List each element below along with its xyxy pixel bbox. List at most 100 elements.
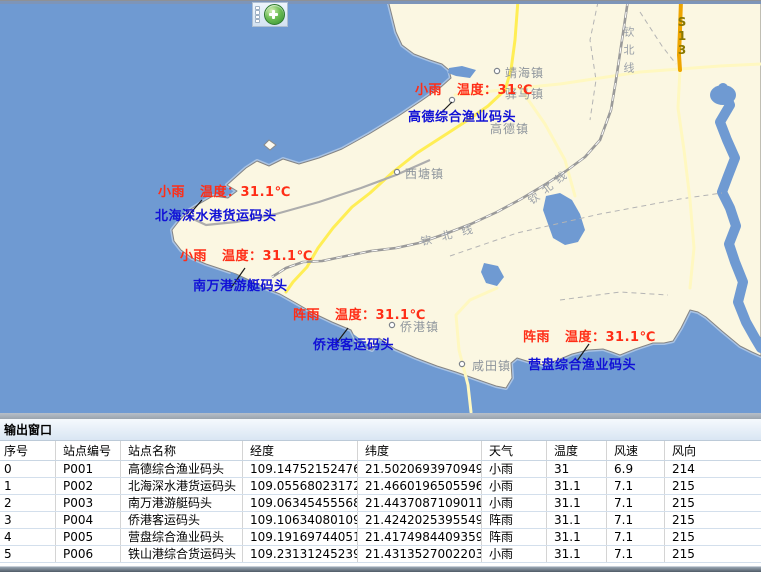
town-label-xiantian: 咸田镇 [472,357,511,374]
table-cell: 215 [665,529,761,545]
table-cell: 小雨 [482,546,547,562]
table-row[interactable]: 3 P004 侨港客运码头 109.106340801095 21.424202… [0,512,761,529]
table-cell: P001 [56,461,121,477]
weather-annotation: 小雨温度：31℃ [415,79,533,98]
table-row[interactable]: 0 P001 高德综合渔业码头 109.147521524769 21.5020… [0,461,761,478]
column-header[interactable]: 站点编号 [56,441,121,460]
table-cell: 4 [0,529,56,545]
map-canvas[interactable]: S 1 3 钦北线 钦北线 钦北线 靖海镇 驿马镇 高德镇 西塘镇 侨港镇 咸田… [0,0,761,413]
weather-condition: 小雨 [415,83,442,98]
table-cell: 5 [0,546,56,562]
table-cell: 214 [665,461,761,477]
table-cell: 21.4242025395549 [358,512,482,528]
weather-condition: 阵雨 [523,330,550,345]
table-cell: 小雨 [482,495,547,511]
column-header[interactable]: 经度 [243,441,358,460]
table-cell: 21.4437087109011 [358,495,482,511]
town-label-xitang: 西塘镇 [405,165,444,182]
table-cell: 6.9 [607,461,665,477]
table-cell: 铁山港综合货运码头 [121,546,243,562]
table-cell: 31.1 [547,478,607,494]
table-cell: 0 [0,461,56,477]
weather-temperature: 温度：31.1℃ [335,308,426,323]
column-header[interactable]: 温度 [547,441,607,460]
table-cell: 7.1 [607,512,665,528]
table-cell: 7.1 [607,495,665,511]
column-header[interactable]: 天气 [482,441,547,460]
panel-title-bar: 输出窗口 [0,419,761,441]
railway-name-label: 钦北线 [620,26,636,80]
add-button[interactable] [264,4,285,25]
gis-application-window: S 1 3 钦北线 钦北线 钦北线 靖海镇 驿马镇 高德镇 西塘镇 侨港镇 咸田… [0,0,761,572]
table-row[interactable]: 1 P002 北海深水港货运码头 109.055680231721 21.466… [0,478,761,495]
window-bottom-edge [0,566,761,572]
table-cell: 109.063454555683 [243,495,358,511]
weather-condition: 小雨 [158,185,185,200]
toolbar-grip-handle[interactable] [254,5,261,24]
weather-annotation: 阵雨温度：31.1℃ [293,304,426,323]
table-cell: 109.191697440519 [243,529,358,545]
table-cell: 109.147521524769 [243,461,358,477]
table-row[interactable]: 2 P003 南万港游艇码头 109.063454555683 21.44370… [0,495,761,512]
column-header[interactable]: 纬度 [358,441,482,460]
table-cell: 阵雨 [482,512,547,528]
table-cell: 小雨 [482,461,547,477]
sign-char: 1 [675,29,689,43]
table-cell: 南万港游艇码头 [121,495,243,511]
wharf-name-label: 高德综合渔业码头 [408,106,516,125]
wharf-name-label: 南万港游艇码头 [193,275,288,294]
table-cell: P002 [56,478,121,494]
grid-header-row: 序号 站点编号 站点名称 经度 纬度 天气 温度 风速 风向 [0,441,761,461]
table-cell: 215 [665,512,761,528]
table-cell: 31.1 [547,529,607,545]
weather-temperature: 温度：31.1℃ [222,249,313,264]
weather-temperature: 温度：31℃ [457,83,533,98]
table-cell: 1 [0,478,56,494]
weather-temperature: 温度：31.1℃ [200,185,291,200]
table-cell: 109.055680231721 [243,478,358,494]
sign-char: 3 [675,43,689,57]
table-cell: 21.4313527002203 [358,546,482,562]
table-cell: P005 [56,529,121,545]
table-cell: 营盘综合渔业码头 [121,529,243,545]
table-cell: P003 [56,495,121,511]
weather-condition: 小雨 [180,249,207,264]
wharf-name-label: 侨港客运码头 [313,334,394,353]
table-cell: 阵雨 [482,529,547,545]
weather-annotation: 小雨温度：31.1℃ [158,181,291,200]
map-toolbar [252,2,288,27]
table-cell: 高德综合渔业码头 [121,461,243,477]
column-header[interactable]: 风速 [607,441,665,460]
output-panel: 输出窗口 序号 站点编号 站点名称 经度 纬度 天气 温度 风速 风向 0 P0… [0,413,761,572]
wharf-name-label: 北海深水港货运码头 [155,205,277,224]
window-top-edge [0,0,761,4]
station-data-grid: 序号 站点编号 站点名称 经度 纬度 天气 温度 风速 风向 0 P001 高德… [0,441,761,563]
table-cell: 7.1 [607,529,665,545]
table-cell: 北海深水港货运码头 [121,478,243,494]
table-cell: 2 [0,495,56,511]
table-cell: 7.1 [607,546,665,562]
table-cell: 215 [665,478,761,494]
table-cell: 21.4174984409359 [358,529,482,545]
column-header[interactable]: 风向 [665,441,761,460]
wharf-name-label: 营盘综合渔业码头 [528,354,636,373]
table-cell: 31 [547,461,607,477]
table-cell: 侨港客运码头 [121,512,243,528]
table-cell: 21.5020693970949 [358,461,482,477]
table-row[interactable]: 4 P005 营盘综合渔业码头 109.191697440519 21.4174… [0,529,761,546]
weather-condition: 阵雨 [293,308,320,323]
column-header[interactable]: 序号 [0,441,56,460]
weather-temperature: 温度：31.1℃ [565,330,656,345]
panel-title: 输出窗口 [0,421,52,438]
table-cell: 7.1 [607,478,665,494]
column-header[interactable]: 站点名称 [121,441,243,460]
table-row[interactable]: 5 P006 铁山港综合货运码头 109.231312452397 21.431… [0,546,761,563]
sign-char: S [675,15,689,29]
table-cell: P006 [56,546,121,562]
table-cell: 109.106340801095 [243,512,358,528]
highway-sign-s13: S 1 3 [675,15,689,57]
weather-annotation: 小雨温度：31.1℃ [180,245,313,264]
table-cell: 31.1 [547,512,607,528]
table-cell: 31.1 [547,495,607,511]
table-cell: 小雨 [482,478,547,494]
